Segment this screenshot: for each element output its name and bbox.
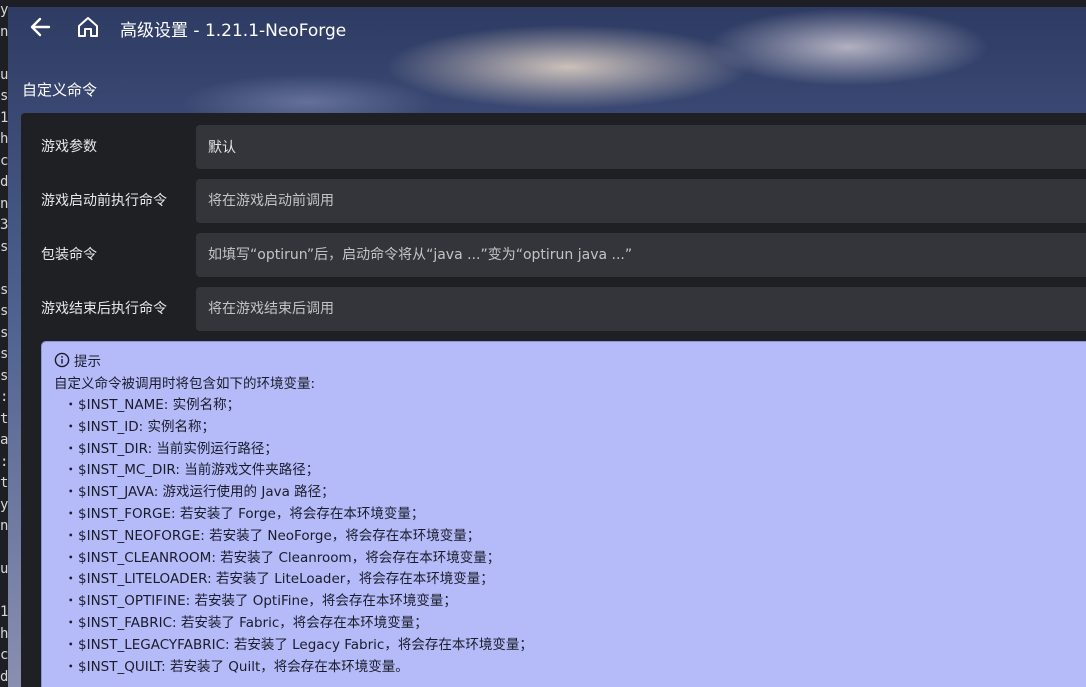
env-var-text: $INST_LITELOADER: 若安装了 LiteLoader，将会存在本环… [78, 571, 494, 588]
title-bar: 高级设置 - 1.21.1-NeoForge [8, 7, 1086, 49]
hint-intro: 自定义命令被调用时将包含如下的环境变量: [54, 376, 316, 392]
env-var-text: $INST_FABRIC: 若安装了 Fabric，将会存在本环境变量； [78, 614, 428, 631]
background-terminal-top [0, 0, 1086, 7]
env-var-item: ・$INST_LITELOADER: 若安装了 LiteLoader，将会存在本… [54, 569, 1086, 591]
env-var-text: $INST_ID: 实例名称； [78, 418, 215, 435]
env-var-list: ・$INST_NAME: 实例名称； ・$INST_ID: 实例名称； ・$INST… [54, 395, 1086, 678]
env-var-item: ・$INST_FABRIC: 若安装了 Fabric，将会存在本环境变量； [54, 613, 1086, 635]
env-var-text: $INST_JAVA: 游戏运行使用的 Java 路径； [78, 484, 335, 501]
bullet: ・ [64, 505, 78, 522]
custom-command-panel: 游戏参数 游戏启动前执行命令 包装命令 游戏结束后执行命令 提示 自 [21, 113, 1086, 687]
pre-launch-command-input[interactable] [196, 179, 1086, 223]
info-icon [54, 352, 70, 368]
bullet: ・ [64, 571, 78, 588]
back-button[interactable] [24, 11, 56, 43]
bullet: ・ [64, 527, 78, 544]
home-button[interactable] [72, 11, 104, 43]
hint-box: 提示 自定义命令被调用时将包含如下的环境变量: ・$INST_NAME: 实例名… [41, 341, 1086, 687]
settings-window: 高级设置 - 1.21.1-NeoForge 自定义命令 游戏参数 游戏启动前执… [8, 7, 1086, 687]
post-exit-command-label: 游戏结束后执行命令 [41, 301, 167, 317]
env-var-text: $INST_MC_DIR: 当前游戏文件夹路径； [78, 462, 320, 479]
bullet: ・ [64, 549, 78, 566]
env-var-item: ・$INST_FORGE: 若安装了 Forge，将会存在本环境变量； [54, 504, 1086, 526]
game-args-input[interactable] [196, 125, 1086, 169]
game-args-row: 游戏参数 [21, 125, 1086, 169]
env-var-item: ・$INST_ID: 实例名称； [54, 417, 1086, 439]
hint-header: 提示 [54, 350, 1086, 370]
env-var-text: $INST_FORGE: 若安装了 Forge，将会存在本环境变量； [78, 505, 425, 522]
bullet: ・ [64, 484, 78, 501]
bullet: ・ [64, 636, 78, 653]
bullet: ・ [64, 614, 78, 631]
game-args-label: 游戏参数 [41, 139, 97, 155]
env-var-text: $INST_NAME: 实例名称； [78, 397, 241, 413]
env-var-item: ・$INST_QUILT: 若安装了 Quilt，将会存在本环境变量。 [54, 657, 1086, 679]
hint-title: 提示 [74, 354, 101, 370]
env-var-text: $INST_QUILT: 若安装了 Quilt，将会存在本环境变量。 [78, 658, 409, 675]
window-title: 高级设置 - 1.21.1-NeoForge [120, 21, 347, 41]
home-icon [78, 17, 98, 37]
pre-launch-command-label: 游戏启动前执行命令 [41, 193, 167, 209]
env-var-text: $INST_OPTIFINE: 若安装了 OptiFine，将会存在本环境变量； [78, 593, 457, 610]
env-var-item: ・$INST_OPTIFINE: 若安装了 OptiFine，将会存在本环境变量… [54, 591, 1086, 613]
back-arrow-icon [30, 17, 51, 37]
pre-launch-command-row: 游戏启动前执行命令 [21, 179, 1086, 223]
env-var-item: ・$INST_NEOFORGE: 若安装了 NeoForge，将会存在本环境变量… [54, 526, 1086, 548]
wrapper-command-row: 包装命令 [21, 233, 1086, 277]
env-var-item: ・$INST_CLEANROOM: 若安装了 Cleanroom，将会存在本环境… [54, 548, 1086, 570]
bullet: ・ [64, 418, 78, 435]
wrapper-command-label: 包装命令 [41, 247, 97, 263]
env-var-item: ・$INST_MC_DIR: 当前游戏文件夹路径； [54, 460, 1086, 482]
env-var-text: $INST_NEOFORGE: 若安装了 NeoForge，将会存在本环境变量； [78, 527, 481, 544]
section-title: 自定义命令 [22, 81, 98, 99]
env-var-item: ・$INST_NAME: 实例名称； [54, 395, 1086, 417]
bullet: ・ [64, 593, 78, 610]
bullet: ・ [64, 658, 78, 675]
env-var-item: ・$INST_LEGACYFABRIC: 若安装了 Legacy Fabric，… [54, 635, 1086, 657]
bullet: ・ [64, 462, 78, 479]
post-exit-command-row: 游戏结束后执行命令 [21, 287, 1086, 331]
env-var-item: ・$INST_DIR: 当前实例运行路径； [54, 439, 1086, 461]
env-var-text: $INST_CLEANROOM: 若安装了 Cleanroom，将会存在本环境变… [78, 549, 501, 566]
bullet: ・ [64, 440, 78, 457]
env-var-text: $INST_LEGACYFABRIC: 若安装了 Legacy Fabric，将… [78, 636, 533, 653]
wrapper-command-input[interactable] [196, 233, 1086, 277]
post-exit-command-input[interactable] [196, 287, 1086, 331]
env-var-text: $INST_DIR: 当前实例运行路径； [78, 440, 278, 457]
bullet: ・ [64, 397, 78, 413]
env-var-item: ・$INST_JAVA: 游戏运行使用的 Java 路径； [54, 482, 1086, 504]
